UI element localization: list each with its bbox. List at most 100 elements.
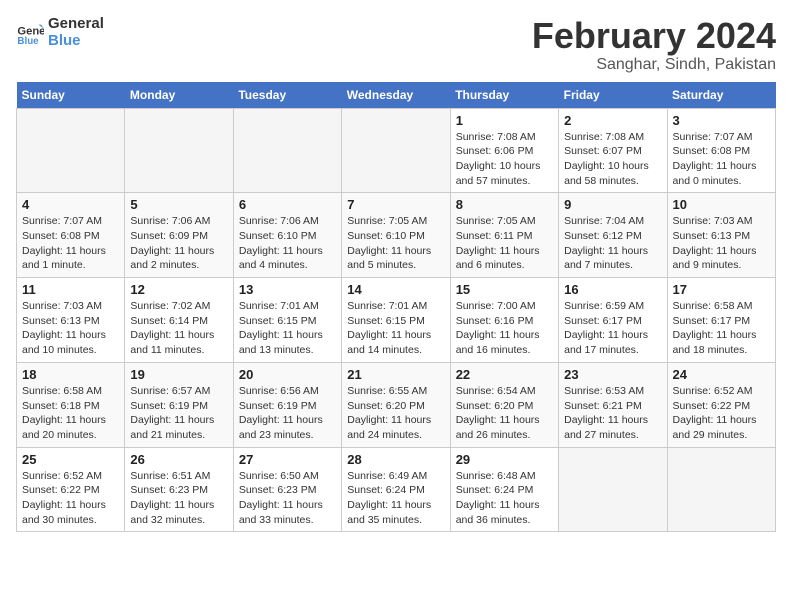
day-detail: Sunrise: 7:06 AMSunset: 6:09 PMDaylight:… — [130, 214, 227, 273]
day-number: 10 — [673, 197, 770, 212]
day-detail: Sunrise: 6:53 AMSunset: 6:21 PMDaylight:… — [564, 384, 661, 443]
header-cell-sunday: Sunday — [17, 82, 125, 109]
day-detail: Sunrise: 6:54 AMSunset: 6:20 PMDaylight:… — [456, 384, 553, 443]
day-cell: 3 Sunrise: 7:07 AMSunset: 6:08 PMDaylight… — [667, 108, 775, 193]
day-cell: 4Sunrise: 7:07 AMSunset: 6:08 PMDaylight… — [17, 193, 125, 278]
header-cell-monday: Monday — [125, 82, 233, 109]
day-detail: Sunrise: 6:52 AMSunset: 6:22 PMDaylight:… — [22, 469, 119, 528]
day-number: 16 — [564, 282, 661, 297]
day-detail: Sunrise: 7:01 AMSunset: 6:15 PMDaylight:… — [347, 299, 444, 358]
logo-blue: Blue — [48, 33, 104, 50]
week-row-5: 25 Sunrise: 6:52 AMSunset: 6:22 PMDayligh… — [17, 447, 776, 532]
header-cell-wednesday: Wednesday — [342, 82, 450, 109]
day-number: 19 — [130, 367, 227, 382]
day-number: 21 — [347, 367, 444, 382]
day-number: 26 — [130, 452, 227, 467]
calendar-table: SundayMondayTuesdayWednesdayThursdayFrid… — [16, 82, 776, 533]
day-cell: 2 Sunrise: 7:08 AMSunset: 6:07 PMDaylight… — [559, 108, 667, 193]
day-detail: Sunrise: 6:56 AMSunset: 6:19 PMDaylight:… — [239, 384, 336, 443]
day-detail: Sunrise: 6:48 AMSunset: 6:24 PMDaylight:… — [456, 469, 553, 528]
day-cell — [125, 108, 233, 193]
day-number: 14 — [347, 282, 444, 297]
day-cell: 8 Sunrise: 7:05 AMSunset: 6:11 PMDaylight… — [450, 193, 558, 278]
day-cell — [667, 447, 775, 532]
day-cell: 18 Sunrise: 6:58 AMSunset: 6:18 PMDayligh… — [17, 362, 125, 447]
day-number: 18 — [22, 367, 119, 382]
day-detail: Sunrise: 7:07 AMSunset: 6:08 PMDaylight:… — [22, 214, 119, 273]
day-detail: Sunrise: 7:03 AMSunset: 6:13 PMDaylight:… — [22, 299, 119, 358]
day-detail: Sunrise: 6:55 AMSunset: 6:20 PMDaylight:… — [347, 384, 444, 443]
day-number: 23 — [564, 367, 661, 382]
day-detail: Sunrise: 7:03 AMSunset: 6:13 PMDaylight:… — [673, 214, 770, 273]
day-cell: 12Sunrise: 7:02 AMSunset: 6:14 PMDayligh… — [125, 278, 233, 363]
day-number: 5 — [130, 197, 227, 212]
header-cell-saturday: Saturday — [667, 82, 775, 109]
day-cell — [342, 108, 450, 193]
day-number: 12 — [130, 282, 227, 297]
day-cell: 5 Sunrise: 7:06 AMSunset: 6:09 PMDaylight… — [125, 193, 233, 278]
day-cell: 20 Sunrise: 6:56 AMSunset: 6:19 PMDayligh… — [233, 362, 341, 447]
day-detail: Sunrise: 6:50 AMSunset: 6:23 PMDaylight:… — [239, 469, 336, 528]
day-number: 24 — [673, 367, 770, 382]
day-cell — [233, 108, 341, 193]
logo: General Blue General Blue — [16, 16, 104, 49]
day-cell — [17, 108, 125, 193]
day-cell: 6Sunrise: 7:06 AMSunset: 6:10 PMDaylight… — [233, 193, 341, 278]
day-detail: Sunrise: 6:57 AMSunset: 6:19 PMDaylight:… — [130, 384, 227, 443]
logo-general: General — [48, 16, 104, 33]
day-number: 20 — [239, 367, 336, 382]
title-area: February 2024 Sanghar, Sindh, Pakistan — [532, 16, 776, 74]
week-row-4: 18 Sunrise: 6:58 AMSunset: 6:18 PMDayligh… — [17, 362, 776, 447]
day-number: 17 — [673, 282, 770, 297]
day-number: 15 — [456, 282, 553, 297]
day-number: 2 — [564, 113, 661, 128]
day-cell — [559, 447, 667, 532]
header-row: SundayMondayTuesdayWednesdayThursdayFrid… — [17, 82, 776, 109]
day-detail: Sunrise: 7:08 AMSunset: 6:06 PMDaylight:… — [456, 130, 553, 189]
week-row-2: 4Sunrise: 7:07 AMSunset: 6:08 PMDaylight… — [17, 193, 776, 278]
day-detail: Sunrise: 6:52 AMSunset: 6:22 PMDaylight:… — [673, 384, 770, 443]
subtitle: Sanghar, Sindh, Pakistan — [532, 56, 776, 74]
day-number: 25 — [22, 452, 119, 467]
day-cell: 16 Sunrise: 6:59 AMSunset: 6:17 PMDayligh… — [559, 278, 667, 363]
day-number: 8 — [456, 197, 553, 212]
main-title: February 2024 — [532, 16, 776, 56]
day-cell: 27 Sunrise: 6:50 AMSunset: 6:23 PMDayligh… — [233, 447, 341, 532]
day-number: 29 — [456, 452, 553, 467]
day-detail: Sunrise: 7:01 AMSunset: 6:15 PMDaylight:… — [239, 299, 336, 358]
day-cell: 21 Sunrise: 6:55 AMSunset: 6:20 PMDayligh… — [342, 362, 450, 447]
header-cell-thursday: Thursday — [450, 82, 558, 109]
day-number: 7 — [347, 197, 444, 212]
day-number: 27 — [239, 452, 336, 467]
day-detail: Sunrise: 6:58 AMSunset: 6:18 PMDaylight:… — [22, 384, 119, 443]
week-row-3: 11 Sunrise: 7:03 AMSunset: 6:13 PMDayligh… — [17, 278, 776, 363]
header-cell-friday: Friday — [559, 82, 667, 109]
day-cell: 9 Sunrise: 7:04 AMSunset: 6:12 PMDaylight… — [559, 193, 667, 278]
day-detail: Sunrise: 7:06 AMSunset: 6:10 PMDaylight:… — [239, 214, 336, 273]
day-detail: Sunrise: 6:51 AMSunset: 6:23 PMDaylight:… — [130, 469, 227, 528]
svg-text:Blue: Blue — [17, 36, 39, 47]
day-number: 3 — [673, 113, 770, 128]
day-detail: Sunrise: 7:05 AMSunset: 6:10 PMDaylight:… — [347, 214, 444, 273]
day-number: 22 — [456, 367, 553, 382]
day-cell: 26 Sunrise: 6:51 AMSunset: 6:23 PMDayligh… — [125, 447, 233, 532]
day-number: 11 — [22, 282, 119, 297]
day-detail: Sunrise: 7:00 AMSunset: 6:16 PMDaylight:… — [456, 299, 553, 358]
day-detail: Sunrise: 7:08 AMSunset: 6:07 PMDaylight:… — [564, 130, 661, 189]
day-detail: Sunrise: 7:04 AMSunset: 6:12 PMDaylight:… — [564, 214, 661, 273]
day-number: 9 — [564, 197, 661, 212]
logo-icon: General Blue — [16, 19, 44, 47]
day-cell: 15 Sunrise: 7:00 AMSunset: 6:16 PMDayligh… — [450, 278, 558, 363]
day-cell: 10 Sunrise: 7:03 AMSunset: 6:13 PMDayligh… — [667, 193, 775, 278]
day-cell: 11 Sunrise: 7:03 AMSunset: 6:13 PMDayligh… — [17, 278, 125, 363]
header: General Blue General Blue February 2024 … — [16, 16, 776, 74]
day-cell: 29 Sunrise: 6:48 AMSunset: 6:24 PMDayligh… — [450, 447, 558, 532]
day-detail: Sunrise: 7:07 AMSunset: 6:08 PMDaylight:… — [673, 130, 770, 189]
day-cell: 17Sunrise: 6:58 AMSunset: 6:17 PMDayligh… — [667, 278, 775, 363]
day-detail: Sunrise: 6:59 AMSunset: 6:17 PMDaylight:… — [564, 299, 661, 358]
day-cell: 13Sunrise: 7:01 AMSunset: 6:15 PMDayligh… — [233, 278, 341, 363]
day-cell: 23 Sunrise: 6:53 AMSunset: 6:21 PMDayligh… — [559, 362, 667, 447]
day-cell: 1Sunrise: 7:08 AMSunset: 6:06 PMDaylight… — [450, 108, 558, 193]
day-cell: 7 Sunrise: 7:05 AMSunset: 6:10 PMDaylight… — [342, 193, 450, 278]
day-detail: Sunrise: 7:05 AMSunset: 6:11 PMDaylight:… — [456, 214, 553, 273]
